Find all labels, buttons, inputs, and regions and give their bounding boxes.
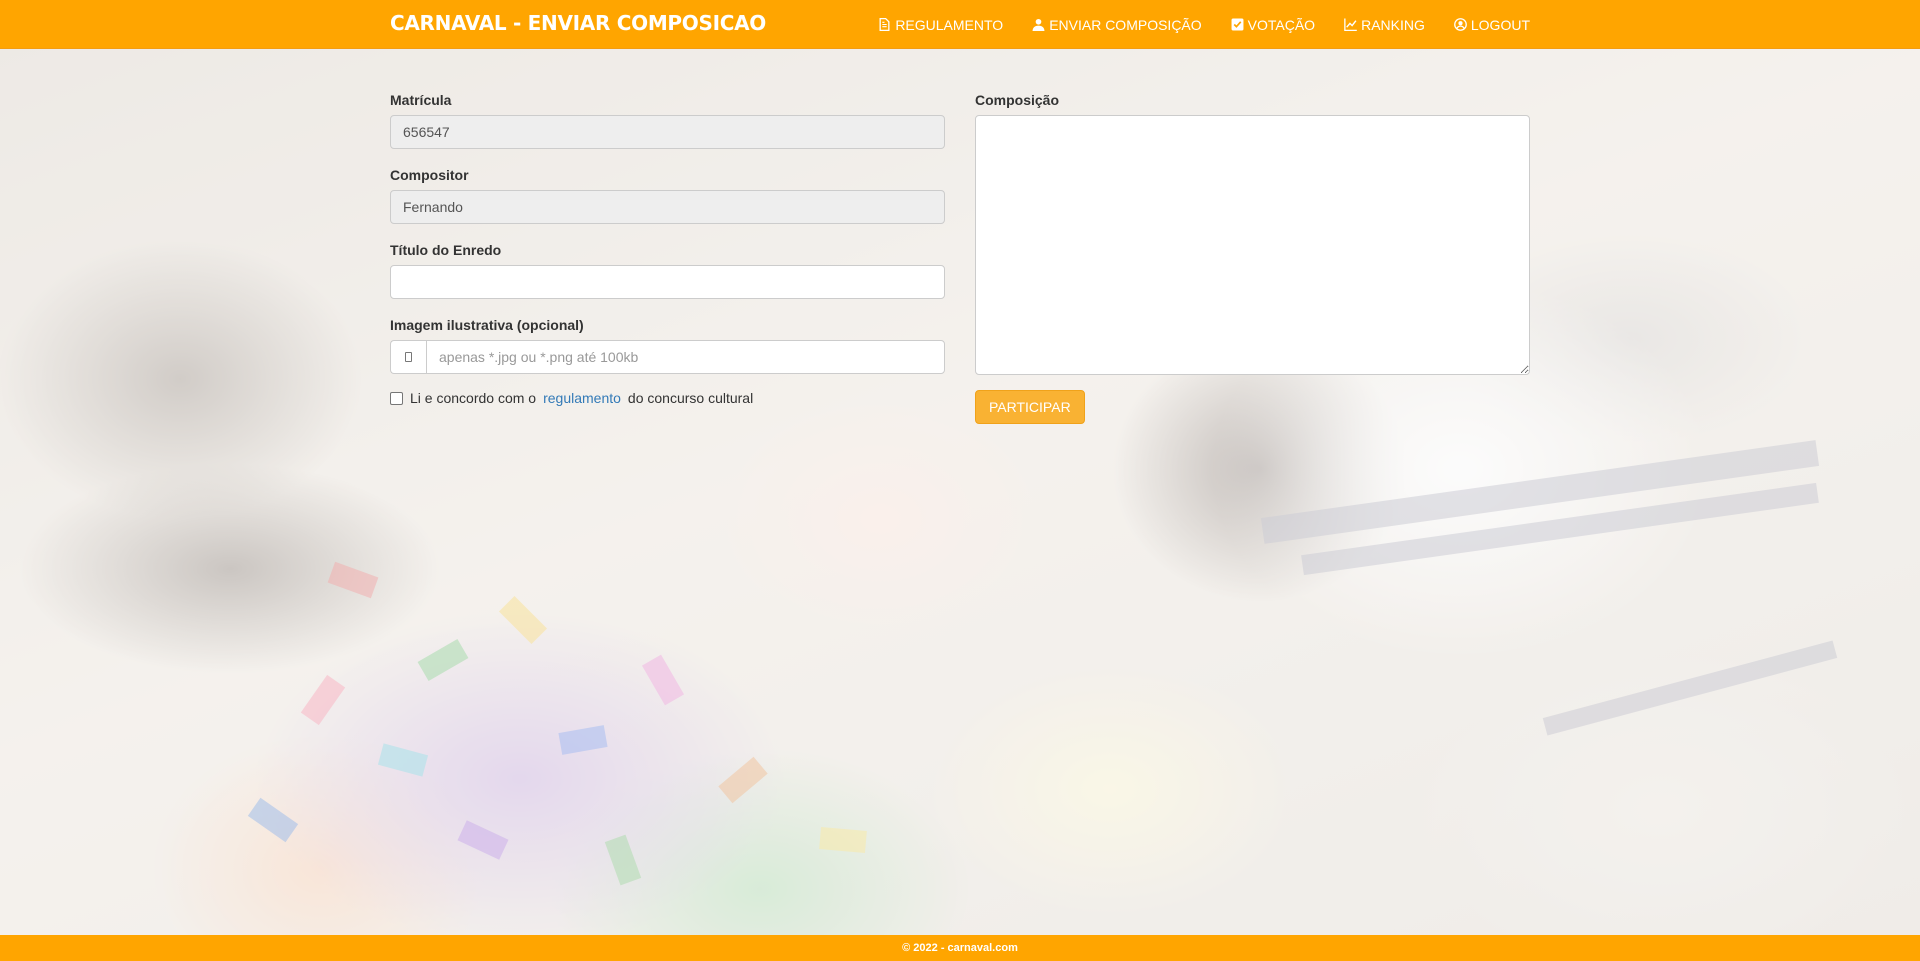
- line-chart-icon: [1344, 18, 1357, 31]
- background-photo: [0, 49, 1920, 935]
- form-left-column: Matrícula Compositor Título do Enredo Im…: [390, 90, 945, 406]
- regulamento-link[interactable]: regulamento: [543, 390, 621, 406]
- matricula-field[interactable]: [390, 115, 945, 149]
- compositor-field[interactable]: [390, 190, 945, 224]
- brand-title[interactable]: CARNAVAL - ENVIAR COMPOSICAO: [390, 11, 766, 35]
- file-text-icon: [879, 18, 890, 31]
- participar-button[interactable]: PARTICIPAR: [975, 390, 1085, 424]
- imagem-upload-field[interactable]: [426, 340, 945, 374]
- nav-label: LOGOUT: [1470, 16, 1530, 33]
- nav-ranking[interactable]: RANKING: [1344, 17, 1425, 33]
- user-circle-icon: [1453, 18, 1467, 31]
- form-right-column: Composição PARTICIPAR: [975, 90, 1530, 424]
- nav-logout[interactable]: LOGOUT: [1453, 16, 1530, 33]
- top-navbar: CARNAVAL - ENVIAR COMPOSICAO REGULAMENTO…: [0, 0, 1920, 49]
- composicao-textarea[interactable]: [975, 115, 1530, 375]
- nav-regulamento[interactable]: REGULAMENTO: [878, 17, 1003, 33]
- nav-label: VOTAÇÃO: [1247, 16, 1316, 33]
- terms-suffix: do concurso cultural: [627, 390, 754, 406]
- check-square-icon: [1231, 18, 1244, 31]
- terms-checkbox[interactable]: [390, 391, 403, 405]
- compositor-label: Compositor: [390, 167, 469, 183]
- titulo-field[interactable]: [390, 265, 945, 299]
- imagem-input-group: [390, 340, 945, 374]
- file-icon[interactable]: [390, 340, 426, 374]
- composicao-label: Composição: [975, 92, 1060, 108]
- matricula-label: Matrícula: [390, 92, 452, 108]
- titulo-label: Título do Enredo: [390, 242, 502, 258]
- main-nav: REGULAMENTO ENVIAR COMPOSIÇÃO VOTAÇÃO RA…: [878, 0, 1530, 49]
- nav-votacao[interactable]: VOTAÇÃO: [1231, 17, 1315, 33]
- nav-label: ENVIAR COMPOSIÇÃO: [1049, 16, 1202, 33]
- nav-enviar-composicao[interactable]: ENVIAR COMPOSIÇÃO: [1032, 16, 1202, 33]
- upload-user-icon: [1032, 18, 1045, 31]
- terms-prefix: Li e concordo com o: [410, 390, 537, 406]
- nav-label: RANKING: [1361, 16, 1425, 33]
- nav-label: REGULAMENTO: [895, 16, 1004, 33]
- footer: © 2022 - carnaval.com: [0, 935, 1920, 961]
- footer-text: © 2022 - carnaval.com: [902, 942, 1018, 954]
- terms-row: Li e concordo com o regulamento do concu…: [390, 390, 945, 406]
- imagem-label: Imagem ilustrativa (opcional): [390, 317, 584, 333]
